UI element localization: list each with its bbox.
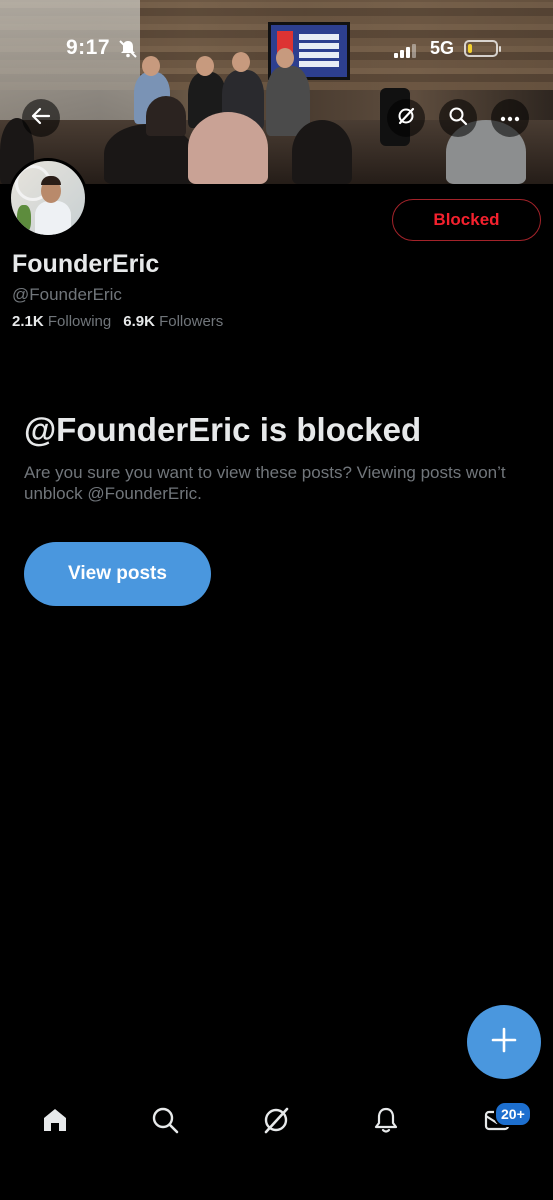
tab-notifications[interactable] <box>366 1102 406 1142</box>
search-icon <box>448 106 468 131</box>
grok-button[interactable] <box>387 99 425 137</box>
search-icon <box>151 1106 179 1139</box>
follow-stats: 2.1K Following 6.9K Followers <box>12 313 223 330</box>
bottom-tab-bar <box>0 1090 553 1160</box>
search-button[interactable] <box>439 99 477 137</box>
followers-count: 6.9K <box>123 313 155 330</box>
display-name: FounderEric <box>12 250 160 278</box>
banner-audience <box>292 120 352 184</box>
compose-button[interactable] <box>467 1005 541 1079</box>
more-button[interactable] <box>491 99 529 137</box>
following-link[interactable]: 2.1K Following <box>12 313 111 330</box>
status-bar: 9:17 5G <box>0 0 553 100</box>
tab-grok[interactable] <box>256 1102 296 1142</box>
blocked-button[interactable]: Blocked <box>392 199 541 241</box>
notifications-icon <box>372 1106 400 1139</box>
grok-icon <box>396 106 416 131</box>
back-arrow-icon <box>31 107 51 130</box>
grok-icon <box>261 1105 291 1140</box>
avatar-hair <box>41 176 61 185</box>
following-label: Following <box>47 313 112 330</box>
blocked-description: Are you sure you want to view these post… <box>24 463 506 503</box>
view-posts-button[interactable]: View posts <box>24 542 211 606</box>
network-label: 5G <box>430 38 455 58</box>
bell-slash-icon <box>118 40 138 58</box>
cellular-signal-icon <box>394 44 418 58</box>
followers-label: Followers <box>159 313 224 330</box>
blocked-title: @FounderEric is blocked <box>24 411 422 448</box>
tab-home[interactable] <box>35 1102 75 1142</box>
followers-link[interactable]: 6.9K Followers <box>123 313 223 330</box>
banner-audience <box>146 96 186 136</box>
battery-icon <box>464 40 501 57</box>
messages-badge: 20+ <box>494 1101 532 1127</box>
user-handle: @FounderEric <box>12 285 122 304</box>
avatar[interactable] <box>8 158 88 238</box>
plus-icon <box>491 1027 517 1058</box>
home-icon <box>41 1106 69 1139</box>
back-button[interactable] <box>22 99 60 137</box>
following-count: 2.1K <box>12 313 44 330</box>
banner-audience <box>188 112 268 184</box>
battery-level <box>468 44 472 53</box>
tab-search[interactable] <box>145 1102 185 1142</box>
avatar-shirt <box>35 201 71 235</box>
avatar-plant <box>17 205 31 233</box>
more-icon <box>500 109 520 127</box>
status-time: 9:17 <box>66 36 111 59</box>
